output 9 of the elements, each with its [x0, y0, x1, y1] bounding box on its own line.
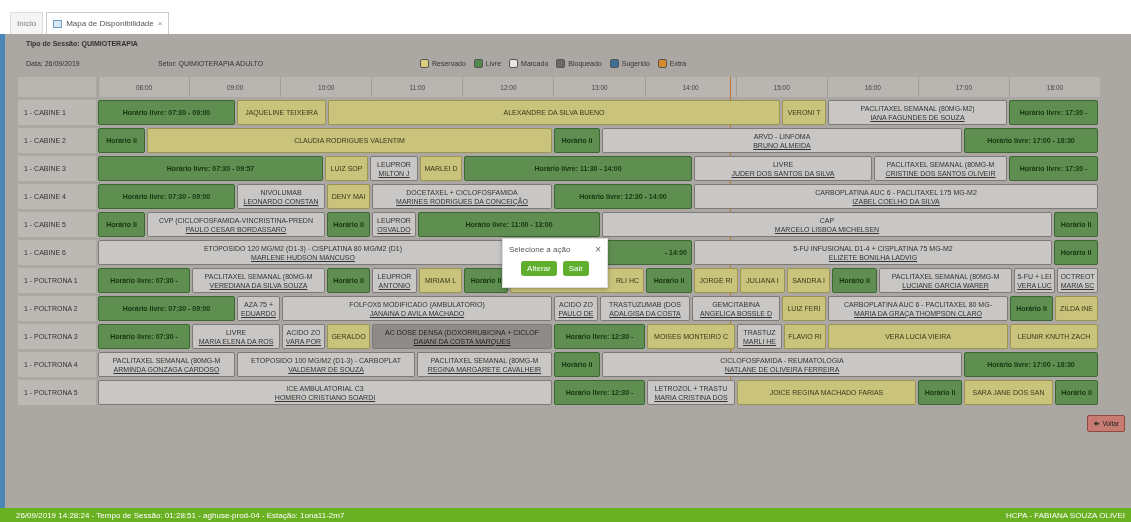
close-icon[interactable]: ×: [595, 245, 601, 254]
user-label: HCPA - FABIANA SOUZA OLIVEI: [1006, 510, 1125, 520]
tab[interactable]: Início: [10, 12, 44, 34]
back-arrow-icon: [1093, 420, 1101, 427]
status-text: 26/09/2019 14:28:24 - Tempo de Sessão: 01:28:51 - aghuse-prod-04 - Estação: 1ona11-2m7: [16, 510, 345, 520]
tab[interactable]: Mapa de Disponibilidade ×: [46, 12, 170, 34]
document-icon: [53, 19, 63, 28]
close-icon[interactable]: ×: [157, 19, 163, 28]
dialog-title: Selecione a ação: [509, 245, 571, 254]
